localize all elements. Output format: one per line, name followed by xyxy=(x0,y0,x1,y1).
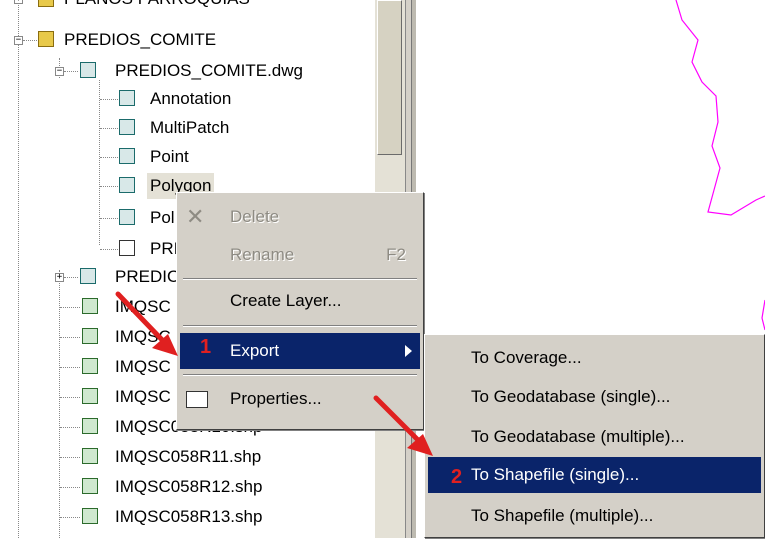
red-arrow-1-icon xyxy=(115,291,178,356)
step-1-label: 1 xyxy=(200,336,212,358)
red-arrow-2-icon xyxy=(373,395,433,456)
annotation-overlay xyxy=(115,291,433,456)
step-2-label: 2 xyxy=(451,466,463,488)
